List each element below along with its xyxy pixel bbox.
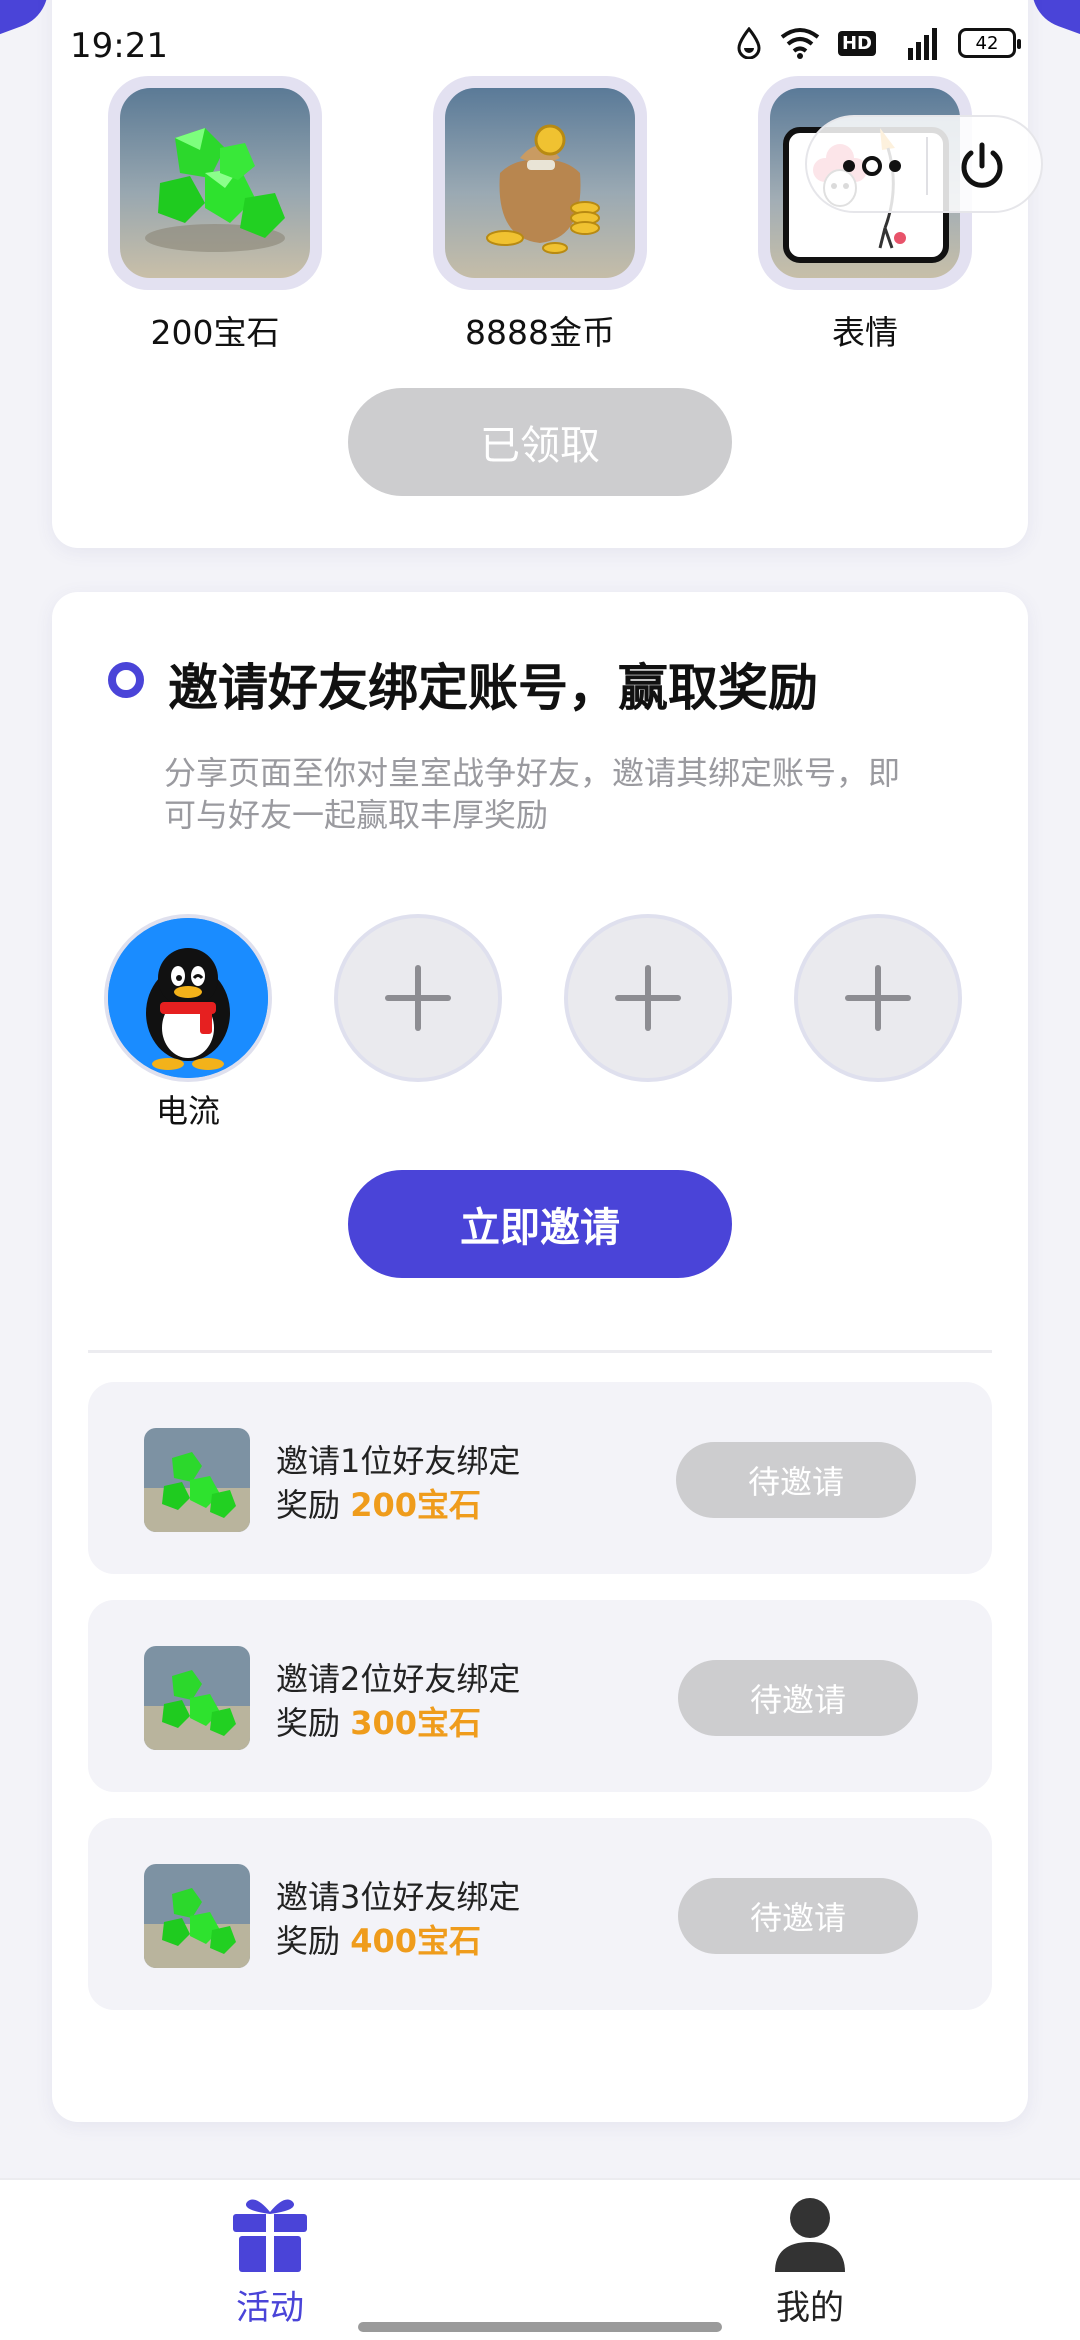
pending-invite-button[interactable]: 待邀请 <box>678 1878 918 1954</box>
task-reward: 奖励 400宝石 <box>276 1916 481 1962</box>
home-indicator[interactable] <box>358 2322 722 2332</box>
invite-now-button[interactable]: 立即邀请 <box>348 1170 732 1278</box>
plus-icon <box>385 965 451 1031</box>
battery-icon: 42 <box>958 28 1021 58</box>
task-reward-prefix: 奖励 <box>276 1704 351 1742</box>
status-bar: 19:21 HD 42 <box>0 0 1080 96</box>
reward-label: 表情 <box>832 313 898 352</box>
task-description: 邀请2位好友绑定 <box>276 1660 521 1698</box>
plus-icon <box>845 965 911 1031</box>
capsule-divider <box>926 137 928 195</box>
gem-icon <box>144 1428 250 1532</box>
task-description: 邀请1位好友绑定 <box>276 1442 521 1480</box>
nav-label-profile: 我的 <box>776 2288 844 2328</box>
gem-icon <box>144 1646 250 1750</box>
friend-avatar[interactable] <box>104 914 272 1082</box>
reward-label: 200宝石 <box>150 313 280 352</box>
invite-task-row: 邀请2位好友绑定 奖励 300宝石 待邀请 <box>88 1600 992 1792</box>
nav-item-activity[interactable]: 活动 <box>170 2194 370 2329</box>
bottom-navigation: 活动 我的 <box>0 2178 1080 2340</box>
task-reward: 奖励 300宝石 <box>276 1698 481 1744</box>
nav-label-activity: 活动 <box>236 2288 304 2328</box>
add-friend-slot[interactable] <box>334 914 502 1082</box>
invite-card: 邀请好友绑定账号，赢取奖励 分享页面至你对皇室战争好友，邀请其绑定账号，即可与好… <box>52 592 1028 2122</box>
reward-frame <box>433 76 647 290</box>
task-reward: 奖励 200宝石 <box>276 1480 481 1526</box>
task-description: 邀请3位好友绑定 <box>276 1878 521 1916</box>
pending-invite-button[interactable]: 待邀请 <box>678 1660 918 1736</box>
add-friend-slot[interactable] <box>794 914 962 1082</box>
status-time: 19:21 <box>70 26 168 66</box>
claimed-button[interactable]: 已领取 <box>348 388 732 496</box>
section-description: 分享页面至你对皇室战争好友，邀请其绑定账号，即可与好友一起赢取丰厚奖励 <box>164 754 901 834</box>
task-reward-amount: 400宝石 <box>350 1922 481 1960</box>
reward-label: 8888金币 <box>465 313 615 352</box>
status-icons: HD 42 <box>736 26 1021 60</box>
mini-program-capsule <box>805 115 1043 213</box>
task-reward-prefix: 奖励 <box>276 1922 351 1960</box>
section-dot-icon <box>108 662 144 698</box>
task-reward-amount: 300宝石 <box>350 1704 481 1742</box>
coin-bag-icon <box>445 88 635 278</box>
invite-task-row: 邀请3位好友绑定 奖励 400宝石 待邀请 <box>88 1818 992 2010</box>
task-reward-prefix: 奖励 <box>276 1486 351 1524</box>
power-icon[interactable] <box>955 139 1009 193</box>
signal-icon <box>894 26 940 60</box>
gem-icon <box>144 1864 250 1968</box>
wifi-icon <box>780 27 820 59</box>
reward-item-coins: 8888金币 <box>433 76 647 354</box>
reward-frame <box>108 76 322 290</box>
friend-name: 电流 <box>155 1092 220 1130</box>
drop-icon <box>736 27 762 59</box>
gift-icon <box>225 2194 315 2274</box>
reward-item-gems: 200宝石 <box>108 76 322 354</box>
divider <box>88 1350 992 1353</box>
nav-item-profile[interactable]: 我的 <box>710 2194 910 2329</box>
add-friend-slot[interactable] <box>564 914 732 1082</box>
more-dots-icon[interactable] <box>837 145 907 187</box>
task-reward-amount: 200宝石 <box>350 1486 481 1524</box>
section-title: 邀请好友绑定账号，赢取奖励 <box>168 659 818 717</box>
pending-invite-button[interactable]: 待邀请 <box>676 1442 916 1518</box>
user-icon <box>765 2194 855 2274</box>
gem-icon <box>120 88 310 278</box>
hd-icon: HD <box>837 30 876 56</box>
invite-task-row: 邀请1位好友绑定 奖励 200宝石 待邀请 <box>88 1382 992 1574</box>
plus-icon <box>615 965 681 1031</box>
